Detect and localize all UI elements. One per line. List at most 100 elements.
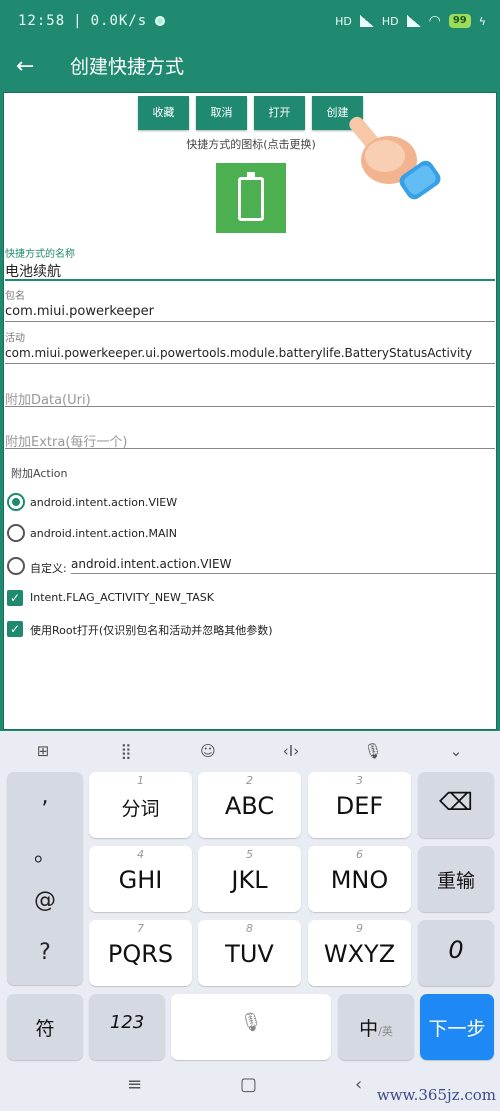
language-main: 中 xyxy=(359,1018,379,1040)
backspace-icon: ⌫ xyxy=(439,788,473,816)
backspace-key[interactable]: ⌫ xyxy=(418,772,494,838)
grid-menu-icon[interactable]: ⊞ xyxy=(23,739,63,763)
key-9[interactable]: 9 WXYZ xyxy=(308,920,411,986)
key-6-label: MNO xyxy=(330,866,389,894)
watermark: www.365jz.com xyxy=(376,1086,496,1104)
signal-icon xyxy=(359,15,374,27)
home-icon[interactable]: ▢ xyxy=(240,1074,257,1095)
key-2-label: ABC xyxy=(224,792,275,820)
numeric-label: 123 xyxy=(109,1012,145,1033)
key-1[interactable]: 1 分词 xyxy=(89,772,192,838)
key-8-number: 8 xyxy=(246,922,253,935)
bolt-icon: ϟ xyxy=(478,14,486,28)
menu-icon[interactable]: ≡ xyxy=(127,1074,142,1095)
status-separator: | xyxy=(73,13,83,29)
key-5-label: JKL xyxy=(231,866,268,894)
key-0-label: 0 xyxy=(448,936,464,964)
custom-action-label: 自定义: xyxy=(30,562,67,575)
arrow-left-icon[interactable]: ← xyxy=(16,54,34,80)
punct-period[interactable]: 。 xyxy=(7,836,83,868)
status-left: 12:58 | 0.0K/s xyxy=(18,13,166,29)
signal-label-1: HD xyxy=(335,14,352,28)
punctuation-column: , 。 @ ? xyxy=(7,772,83,985)
action-section-label: 附加Action xyxy=(11,467,68,480)
favorite-button[interactable]: 收藏 xyxy=(138,96,189,130)
root-checkbox[interactable]: ✓ xyxy=(7,621,23,637)
battery-icon-glyph xyxy=(238,172,264,221)
key-8-label: TUV xyxy=(225,940,274,968)
numeric-key[interactable]: 123 xyxy=(89,994,165,1060)
package-field[interactable]: com.miui.powerkeeper xyxy=(5,304,495,319)
radio-action-main-label: android.intent.action.MAIN xyxy=(30,527,177,540)
key-3-number: 3 xyxy=(356,774,363,787)
activity-field-label: 活动 xyxy=(5,333,25,344)
space-key[interactable]: 🎙 xyxy=(171,994,331,1060)
language-label: 中/英 xyxy=(338,1014,414,1041)
symbols-label: 符 xyxy=(35,1018,55,1040)
key-6[interactable]: 6 MNO xyxy=(308,846,411,912)
app-bar: ← 创建快捷方式 xyxy=(0,44,500,92)
key-7-label: PQRS xyxy=(107,940,174,968)
back-nav-icon[interactable]: ‹ xyxy=(355,1074,362,1095)
name-field-underline xyxy=(5,279,495,281)
key-6-number: 6 xyxy=(356,848,363,861)
microphone-icon[interactable]: 🎙 xyxy=(353,739,393,763)
name-field[interactable]: 电池续航 xyxy=(5,261,61,281)
status-speed: 0.0K/s xyxy=(90,13,148,29)
extra-field-underline xyxy=(5,448,495,449)
key-7-number: 7 xyxy=(137,922,144,935)
key-0[interactable]: 0 xyxy=(418,920,494,986)
key-7[interactable]: 7 PQRS xyxy=(89,920,192,986)
keyboard-switch-icon[interactable]: ⣿ xyxy=(106,739,146,763)
status-time: 12:58 xyxy=(18,13,66,29)
cancel-button[interactable]: 取消 xyxy=(196,96,247,130)
radio-custom-action[interactable] xyxy=(7,557,25,575)
signal-label-2: HD xyxy=(381,14,399,28)
key-2-number: 2 xyxy=(246,774,253,787)
battery-icon: 99 xyxy=(448,14,471,28)
radio-action-view-label: android.intent.action.VIEW xyxy=(30,496,178,509)
cursor-move-icon[interactable]: ‹I› xyxy=(271,739,311,763)
custom-action-input[interactable]: android.intent.action.VIEW xyxy=(71,557,496,574)
open-button[interactable]: 打开 xyxy=(254,96,305,130)
activity-field[interactable]: com.miui.powerkeeper.ui.powertools.modul… xyxy=(5,346,495,360)
ime-keyboard: ⊞ ⣿ ☺ ‹I› 🎙 ⌄ , 。 @ ? 1 分词 2 ABC 3 DEF ⌫… xyxy=(0,731,500,1062)
key-5[interactable]: 5 JKL xyxy=(198,846,301,912)
status-bar: 12:58 | 0.0K/s HD HD ◠ 99 ϟ xyxy=(0,0,500,44)
punct-comma[interactable]: , xyxy=(7,784,83,809)
key-8[interactable]: 8 TUV xyxy=(198,920,301,986)
space-mic-icon: 🎙 xyxy=(239,1012,263,1033)
key-1-label: 分词 xyxy=(121,798,160,820)
punct-question[interactable]: ? xyxy=(7,940,83,965)
language-alt: /英 xyxy=(378,1025,393,1038)
root-label: 使用Root打开(仅识别包名和活动并忽略其他参数) xyxy=(30,624,273,637)
key-3[interactable]: 3 DEF xyxy=(308,772,411,838)
punct-at[interactable]: @ xyxy=(7,888,83,913)
emoji-icon[interactable]: ☺ xyxy=(188,739,228,763)
key-1-number: 1 xyxy=(137,774,144,787)
key-3-label: DEF xyxy=(335,792,384,820)
key-9-number: 9 xyxy=(356,922,363,935)
shortcut-icon-picker[interactable] xyxy=(216,163,286,233)
collapse-keyboard-icon[interactable]: ⌄ xyxy=(436,739,476,763)
key-2[interactable]: 2 ABC xyxy=(198,772,301,838)
data-uri-underline xyxy=(5,406,495,407)
status-right: HD HD ◠ 99 ϟ xyxy=(335,13,486,29)
next-step-label: 下一步 xyxy=(428,1018,486,1040)
package-field-underline xyxy=(5,321,495,322)
new-task-label: Intent.FLAG_ACTIVITY_NEW_TASK xyxy=(30,591,214,604)
new-task-checkbox[interactable]: ✓ xyxy=(7,590,23,606)
reenter-key[interactable]: 重输 xyxy=(418,846,494,912)
page-title: 创建快捷方式 xyxy=(70,56,185,78)
symbols-key[interactable]: 符 xyxy=(7,994,83,1060)
name-field-label: 快捷方式的名称 xyxy=(5,249,75,260)
language-toggle-key[interactable]: 中/英 xyxy=(338,994,414,1060)
radio-action-main[interactable] xyxy=(7,524,25,542)
next-step-key[interactable]: 下一步 xyxy=(420,994,494,1060)
notification-dot-icon xyxy=(155,16,166,26)
signal-icon-2 xyxy=(406,15,421,27)
key-5-number: 5 xyxy=(246,848,253,861)
key-4[interactable]: 4 GHI xyxy=(89,846,192,912)
activity-field-underline xyxy=(5,363,495,364)
radio-action-view[interactable] xyxy=(7,493,25,511)
